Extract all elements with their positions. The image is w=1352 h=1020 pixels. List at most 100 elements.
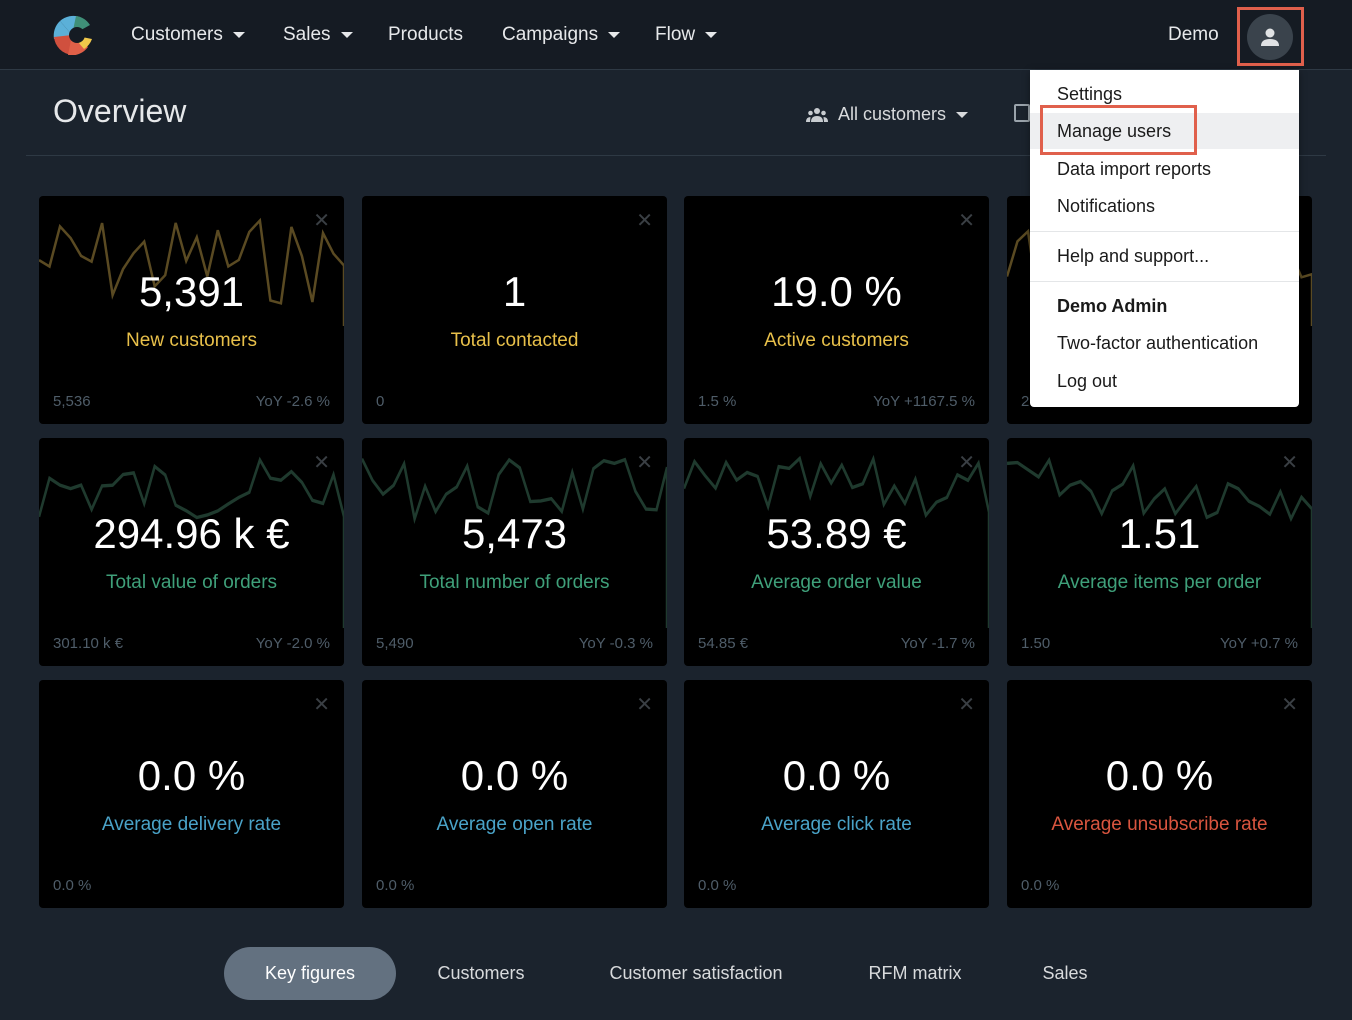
menu-notifications[interactable]: Notifications bbox=[1030, 188, 1299, 224]
manage-users-highlight bbox=[1040, 105, 1197, 155]
close-icon[interactable]: ✕ bbox=[1281, 692, 1298, 717]
users-icon bbox=[806, 107, 828, 122]
kpi-previous-value: 0.0 % bbox=[698, 877, 737, 894]
menu-divider bbox=[1030, 281, 1299, 282]
close-icon[interactable]: ✕ bbox=[636, 692, 653, 717]
tab-customer-satisfaction[interactable]: Customer satisfaction bbox=[590, 947, 802, 1000]
tab-key-figures[interactable]: Key figures bbox=[224, 947, 396, 1000]
kpi-card[interactable]: ✕ 0.0 % Average open rate 0.0 % bbox=[362, 680, 667, 908]
user-icon bbox=[1261, 28, 1279, 46]
kpi-value: 294.96 k € bbox=[93, 510, 290, 557]
kpi-card[interactable]: ✕ 19.0 % Active customers 1.5 % YoY +116… bbox=[684, 196, 989, 424]
nav-label: Customers bbox=[131, 24, 223, 45]
filter-label: All customers bbox=[838, 104, 947, 124]
kpi-label: Average order value bbox=[751, 572, 922, 593]
customer-filter-dropdown[interactable]: All customers bbox=[806, 104, 969, 125]
menu-data-import-reports[interactable]: Data import reports bbox=[1030, 151, 1299, 187]
kpi-previous-value: 2 bbox=[1021, 393, 1030, 410]
kpi-label: Average open rate bbox=[436, 814, 593, 835]
page-title: Overview bbox=[53, 93, 187, 129]
kpi-card[interactable]: ✕ 1 Total contacted 0 bbox=[362, 196, 667, 424]
kpi-label: Average delivery rate bbox=[101, 814, 282, 835]
menu-log-out[interactable]: Log out bbox=[1030, 363, 1299, 399]
kpi-card[interactable]: ✕ 0.0 % Average unsubscribe rate 0.0 % bbox=[1007, 680, 1312, 908]
kpi-previous-value: 301.10 k € bbox=[53, 635, 124, 652]
menu-divider bbox=[1030, 231, 1299, 232]
kpi-previous-value: 54.85 € bbox=[698, 635, 749, 652]
tab-sales[interactable]: Sales bbox=[1030, 947, 1100, 1000]
caret-down-icon bbox=[608, 32, 621, 38]
nav-label: Flow bbox=[655, 24, 696, 45]
kpi-value: 0.0 % bbox=[460, 752, 569, 799]
dashboard-tabs: Key figures Customers Customer satisfact… bbox=[0, 947, 1352, 1000]
nav-customers[interactable]: Customers bbox=[131, 24, 245, 46]
kpi-card[interactable]: ✕ 5,391 New customers 5,536 YoY -2.6 % bbox=[39, 196, 344, 424]
nav-sales[interactable]: Sales bbox=[283, 24, 353, 46]
kpi-card[interactable]: ✕ 53.89 € Average order value 54.85 € Yo… bbox=[684, 438, 989, 666]
tab-customers[interactable]: Customers bbox=[420, 947, 542, 1000]
kpi-card[interactable]: ✕ 294.96 k € Total value of orders 301.1… bbox=[39, 438, 344, 666]
kpi-yoy-change: YoY -2.6 % bbox=[255, 393, 330, 410]
close-icon[interactable]: ✕ bbox=[958, 692, 975, 717]
kpi-label: New customers bbox=[126, 330, 257, 351]
kpi-value: 0.0 % bbox=[137, 752, 246, 799]
kpi-card[interactable]: ✕ 1.51 Average items per order 1.50 YoY … bbox=[1007, 438, 1312, 666]
menu-two-factor[interactable]: Two-factor authentication bbox=[1030, 325, 1299, 361]
close-icon[interactable]: ✕ bbox=[636, 208, 653, 233]
kpi-value: 5,391 bbox=[138, 268, 245, 315]
kpi-previous-value: 1.5 % bbox=[698, 393, 737, 410]
kpi-label: Total contacted bbox=[450, 330, 579, 351]
kpi-value: 1.51 bbox=[1118, 510, 1201, 557]
kpi-previous-value: 0.0 % bbox=[1021, 877, 1060, 894]
kpi-label: Total value of orders bbox=[105, 572, 278, 593]
menu-user-heading: Demo Admin bbox=[1057, 296, 1168, 316]
app-logo[interactable] bbox=[52, 15, 92, 55]
kpi-yoy-change: YoY -1.7 % bbox=[900, 635, 975, 652]
kpi-value: 5,473 bbox=[461, 510, 568, 557]
kpi-yoy-change: YoY -2.0 % bbox=[255, 635, 330, 652]
top-nav: Customers Sales Products Campaigns Flow … bbox=[0, 0, 1352, 70]
close-icon[interactable]: ✕ bbox=[958, 450, 975, 475]
kpi-value: 1 bbox=[502, 268, 527, 315]
close-icon[interactable]: ✕ bbox=[313, 450, 330, 475]
kpi-card[interactable]: ✕ 5,473 Total number of orders 5,490 YoY… bbox=[362, 438, 667, 666]
tab-rfm-matrix[interactable]: RFM matrix bbox=[850, 947, 980, 1000]
nav-products[interactable]: Products bbox=[388, 24, 463, 46]
close-icon[interactable]: ✕ bbox=[636, 450, 653, 475]
nav-flow[interactable]: Flow bbox=[655, 24, 718, 46]
close-icon[interactable]: ✕ bbox=[1281, 450, 1298, 475]
kpi-label: Total number of orders bbox=[419, 572, 610, 593]
kpi-previous-value: 5,490 bbox=[376, 635, 414, 652]
kpi-value: 0.0 % bbox=[782, 752, 891, 799]
nav-label: Sales bbox=[283, 24, 331, 45]
nav-label: Products bbox=[388, 24, 463, 45]
kpi-card[interactable]: ✕ 0.0 % Average delivery rate 0.0 % bbox=[39, 680, 344, 908]
close-icon[interactable]: ✕ bbox=[958, 208, 975, 233]
kpi-previous-value: 0.0 % bbox=[53, 877, 92, 894]
kpi-label: Average click rate bbox=[761, 814, 912, 835]
user-name: Demo bbox=[1168, 24, 1219, 45]
kpi-yoy-change: YoY +0.7 % bbox=[1220, 635, 1298, 652]
close-icon[interactable]: ✕ bbox=[313, 692, 330, 717]
kpi-label: Active customers bbox=[764, 330, 909, 351]
close-icon[interactable]: ✕ bbox=[313, 208, 330, 233]
nav-campaigns[interactable]: Campaigns bbox=[502, 24, 621, 46]
kpi-value: 53.89 € bbox=[766, 510, 907, 557]
kpi-value: 0.0 % bbox=[1105, 752, 1214, 799]
caret-down-icon bbox=[956, 111, 969, 118]
avatar-highlight bbox=[1237, 7, 1304, 66]
kpi-yoy-change: YoY +1167.5 % bbox=[873, 393, 975, 410]
calendar-icon[interactable] bbox=[1014, 104, 1030, 122]
kpi-value: 19.0 % bbox=[771, 268, 902, 315]
menu-help-support[interactable]: Help and support... bbox=[1030, 238, 1299, 274]
avatar-button[interactable] bbox=[1247, 14, 1293, 60]
caret-down-icon bbox=[232, 32, 245, 38]
kpi-previous-value: 1.50 bbox=[1021, 635, 1051, 652]
nav-label: Campaigns bbox=[502, 24, 599, 45]
kpi-previous-value: 5,536 bbox=[53, 393, 91, 410]
kpi-previous-value: 0 bbox=[376, 393, 385, 410]
kpi-label: Average items per order bbox=[1057, 572, 1262, 593]
caret-down-icon bbox=[705, 32, 718, 38]
kpi-previous-value: 0.0 % bbox=[376, 877, 415, 894]
kpi-card[interactable]: ✕ 0.0 % Average click rate 0.0 % bbox=[684, 680, 989, 908]
